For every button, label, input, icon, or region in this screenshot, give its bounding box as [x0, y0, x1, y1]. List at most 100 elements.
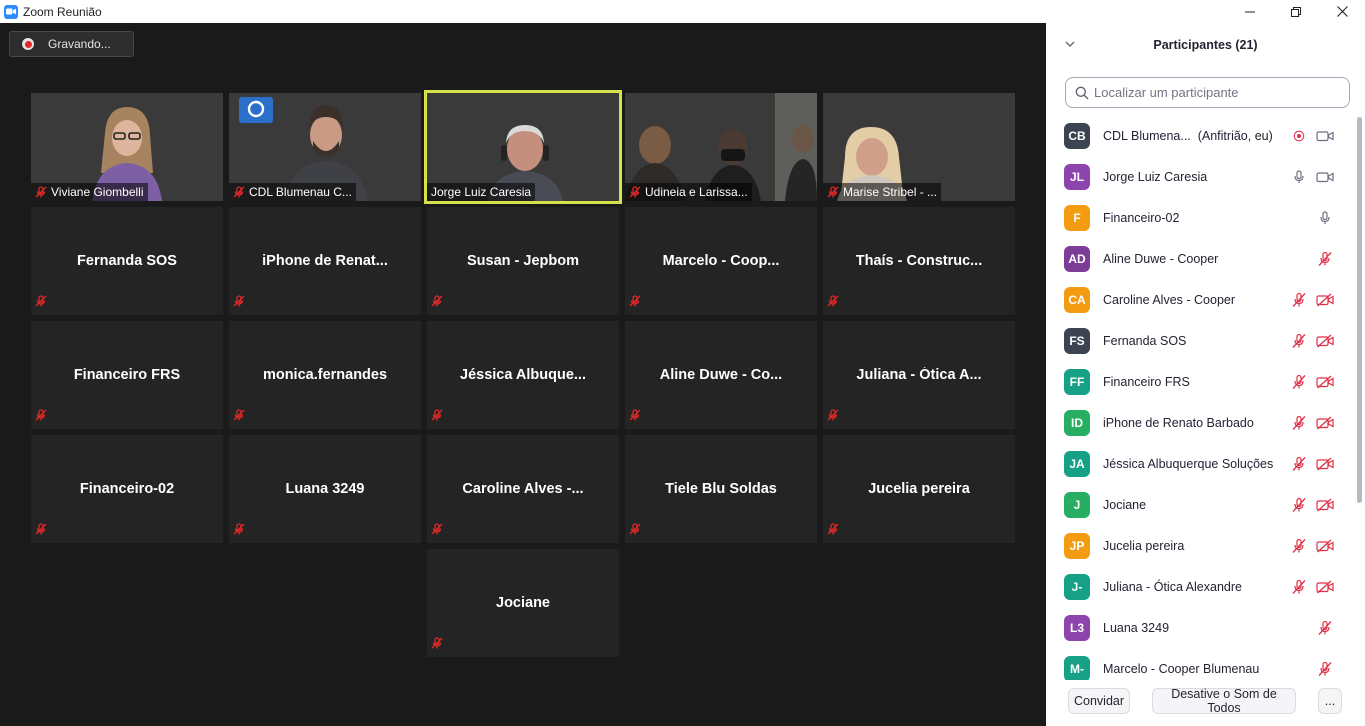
participant-row[interactable]: J- Juliana - Ótica Alexandre [1046, 566, 1354, 607]
camera-status[interactable] [1316, 374, 1334, 390]
camera-status[interactable] [1316, 579, 1334, 595]
camera-status[interactable] [1316, 128, 1334, 144]
participant-status-icons [1316, 620, 1334, 636]
mute-all-button[interactable]: Desative o Som de Todos [1152, 687, 1296, 715]
zoom-app-icon [4, 4, 18, 19]
scrollbar-thumb[interactable] [1357, 117, 1362, 503]
name-tile[interactable]: Juliana - Ótica A... [823, 321, 1015, 429]
name-tile[interactable]: Jociane [427, 549, 619, 657]
invite-button[interactable]: Convidar [1068, 688, 1130, 714]
chevron-down-icon[interactable] [1064, 38, 1076, 50]
avatar: L3 [1064, 614, 1090, 641]
name-tile[interactable]: monica.fernandes [229, 321, 421, 429]
muted-mic-icon [431, 295, 443, 307]
mic-status[interactable] [1290, 497, 1308, 513]
mic-status[interactable] [1316, 210, 1334, 226]
mic-status[interactable] [1290, 415, 1308, 431]
participant-row[interactable]: F Financeiro-02 [1046, 197, 1354, 238]
minimize-button[interactable] [1227, 0, 1273, 23]
participant-search[interactable] [1065, 77, 1350, 108]
video-tile[interactable]: Viviane Giombelli [31, 93, 223, 201]
name-tile[interactable]: Luana 3249 [229, 435, 421, 543]
mic-status[interactable] [1290, 169, 1308, 185]
muted-indicator [431, 294, 443, 312]
participant-row[interactable]: JL Jorge Luiz Caresia [1046, 156, 1354, 197]
muted-mic-icon [431, 409, 443, 421]
participant-status-icons [1290, 497, 1334, 513]
mic-status[interactable] [1290, 538, 1308, 554]
camera-status[interactable] [1316, 456, 1334, 472]
muted-mic-icon [629, 409, 641, 421]
name-tile[interactable]: iPhone de Renat... [229, 207, 421, 315]
mic-status[interactable] [1290, 456, 1308, 472]
participant-name: Financeiro FRS [1103, 375, 1190, 389]
name-tile[interactable]: Jéssica Albuque... [427, 321, 619, 429]
name-tile[interactable]: Susan - Jepbom [427, 207, 619, 315]
participant-name-label: Jorge Luiz Caresia [427, 183, 536, 201]
muted-mic-icon [827, 186, 839, 198]
muted-mic-icon [827, 523, 839, 535]
participant-row[interactable]: ID iPhone de Renato Barbado [1046, 402, 1354, 443]
more-options-button[interactable]: ... [1318, 688, 1342, 714]
muted-mic-icon [1292, 538, 1306, 553]
camera-status[interactable] [1316, 292, 1334, 308]
participant-name: Tiele Blu Soldas [665, 481, 777, 497]
participant-name: Fernanda SOS [1103, 334, 1186, 348]
muted-mic-icon [1292, 333, 1306, 348]
camera-status[interactable] [1316, 497, 1334, 513]
participant-name: Juliana - Ótica Alexandre [1103, 580, 1242, 594]
participant-name: Marcelo - Cooper Blumenau [1103, 662, 1259, 676]
video-tile[interactable]: Udineia e Larissa... [625, 93, 817, 201]
mic-status[interactable] [1290, 292, 1308, 308]
mic-status[interactable] [1316, 620, 1334, 636]
close-button[interactable] [1319, 0, 1365, 23]
name-tile[interactable]: Fernanda SOS [31, 207, 223, 315]
name-tile[interactable]: Caroline Alves -... [427, 435, 619, 543]
video-tile-active-speaker[interactable]: Jorge Luiz Caresia [424, 90, 622, 204]
search-input[interactable] [1094, 85, 1334, 100]
name-tile[interactable]: Aline Duwe - Co... [625, 321, 817, 429]
video-tile[interactable]: Marise Stribel - ... [823, 93, 1015, 201]
muted-mic-icon [1292, 579, 1306, 594]
name-tile[interactable]: Jucelia pereira [823, 435, 1015, 543]
camera-status[interactable] [1316, 169, 1334, 185]
participant-role: (Anfitrião, eu) [1197, 128, 1273, 143]
participant-status-icons [1290, 374, 1334, 390]
name-tile[interactable]: Marcelo - Coop... [625, 207, 817, 315]
participant-name: Caroline Alves - Cooper [1103, 293, 1235, 307]
participant-row[interactable]: CA Caroline Alves - Cooper [1046, 279, 1354, 320]
name-tile[interactable]: Tiele Blu Soldas [625, 435, 817, 543]
video-tile[interactable]: CDL Blumenau C... [229, 93, 421, 201]
participant-name-label: CDL Blumenau C... [229, 183, 356, 201]
mic-status[interactable] [1290, 579, 1308, 595]
name-tile[interactable]: Thaís - Construc... [823, 207, 1015, 315]
participant-row[interactable]: FS Fernanda SOS [1046, 320, 1354, 361]
participant-row[interactable]: M- Marcelo - Cooper Blumenau [1046, 648, 1354, 680]
restore-button[interactable] [1273, 0, 1319, 23]
mic-status[interactable] [1290, 333, 1308, 349]
name-tile[interactable]: Financeiro FRS [31, 321, 223, 429]
recording-indicator[interactable]: Gravando... [9, 31, 134, 57]
participant-row[interactable]: AD Aline Duwe - Cooper [1046, 238, 1354, 279]
camera-status[interactable] [1316, 415, 1334, 431]
participant-row[interactable]: L3 Luana 3249 [1046, 607, 1354, 648]
participant-row[interactable]: JP Jucelia pereira [1046, 525, 1354, 566]
participant-status-icons [1316, 661, 1334, 677]
participant-status-icons [1290, 333, 1334, 349]
participant-list-scrollbar[interactable] [1356, 115, 1363, 677]
participants-header: Participantes (21) [1046, 23, 1365, 67]
muted-mic-icon [1292, 374, 1306, 389]
name-tile[interactable]: Financeiro-02 [31, 435, 223, 543]
camera-status[interactable] [1316, 333, 1334, 349]
mic-status[interactable] [1316, 661, 1334, 677]
participant-row[interactable]: FF Financeiro FRS [1046, 361, 1354, 402]
participant-row[interactable]: J Jociane [1046, 484, 1354, 525]
muted-mic-icon [35, 295, 47, 307]
participant-name-text: Jorge Luiz Caresia [1103, 169, 1208, 184]
participant-name: Jucelia pereira [1103, 539, 1184, 553]
camera-status[interactable] [1316, 538, 1334, 554]
participant-row[interactable]: JA Jéssica Albuquerque Soluções [1046, 443, 1354, 484]
mic-status[interactable] [1290, 374, 1308, 390]
participant-row[interactable]: CB CDL Blumena... (Anfitrião, eu) [1046, 115, 1354, 156]
mic-status[interactable] [1316, 251, 1334, 267]
